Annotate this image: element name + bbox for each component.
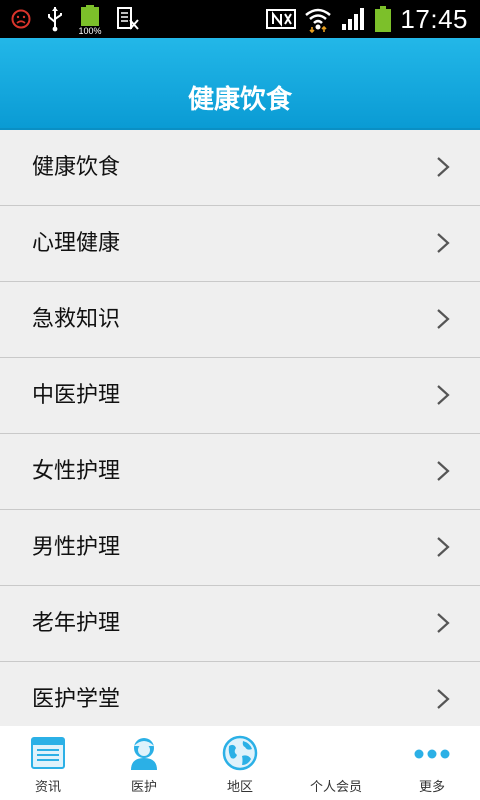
- list-item-label: 医护学堂: [32, 687, 121, 712]
- nurse-icon: [131, 738, 157, 770]
- list-item-female-care[interactable]: 女性护理: [0, 434, 480, 510]
- list-item-label: 男性护理: [32, 535, 121, 560]
- list-item-label: 心理健康: [32, 231, 121, 256]
- nfc-icon: [266, 9, 297, 29]
- status-bar-right: 17:45: [266, 3, 468, 35]
- list-item-label: 急救知识: [32, 307, 121, 332]
- member-icon: [328, 740, 344, 756]
- tab-label: 个人会员: [309, 780, 362, 795]
- chevron-right-icon: [437, 385, 450, 405]
- tab-nursing[interactable]: 医护: [96, 726, 192, 800]
- list-item-male-care[interactable]: 男性护理: [0, 510, 480, 586]
- news-icon: [31, 737, 65, 769]
- list-item-healthy-diet[interactable]: 健康饮食: [0, 130, 480, 206]
- tab-label: 医护: [130, 780, 157, 795]
- globe-icon: [222, 735, 258, 771]
- chevron-right-icon: [437, 157, 450, 177]
- keyboard-icon: [117, 7, 139, 30]
- list-item-medical-school[interactable]: 医护学堂: [0, 662, 480, 726]
- tab-label: 资讯: [34, 780, 61, 795]
- status-bar-left: 100%: [10, 4, 140, 36]
- chevron-right-icon: [437, 233, 450, 253]
- bottom-tab-bar: 资讯 医护 地区 个人会员 更多: [0, 726, 480, 800]
- chevron-right-icon: [437, 613, 450, 633]
- tab-label: 更多: [418, 780, 445, 795]
- tab-member[interactable]: 个人会员: [288, 726, 384, 800]
- more-icon: [414, 749, 450, 759]
- title-bar: 健康饮食: [0, 38, 480, 130]
- wifi-icon: [305, 8, 332, 33]
- list-item-elderly-care[interactable]: 老年护理: [0, 586, 480, 662]
- list-item-label: 女性护理: [32, 459, 121, 484]
- tab-news[interactable]: 资讯: [0, 726, 96, 800]
- list-item-first-aid[interactable]: 急救知识: [0, 282, 480, 358]
- page-title: 健康饮食: [187, 85, 292, 115]
- chevron-right-icon: [437, 309, 450, 329]
- tab-more[interactable]: 更多: [384, 726, 480, 800]
- list-item-label: 老年护理: [32, 611, 121, 636]
- list-item-mental-health[interactable]: 心理健康: [0, 206, 480, 282]
- status-bar: 100% 17:45: [0, 0, 480, 38]
- battery-percent-label: 100%: [78, 26, 102, 36]
- battery-icon: [375, 6, 392, 32]
- tab-label: 地区: [226, 780, 253, 795]
- category-list: 健康饮食 心理健康 急救知识 中医护理 女性护理 男性护理 老年护理 医护学堂: [0, 130, 480, 726]
- chevron-right-icon: [437, 461, 450, 481]
- notification-error-icon: [11, 9, 31, 29]
- battery-full-icon: 100%: [78, 4, 102, 36]
- list-item-label: 健康饮食: [32, 155, 121, 180]
- usb-icon: [48, 7, 62, 32]
- tab-region[interactable]: 地区: [192, 726, 288, 800]
- list-item-tcm-care[interactable]: 中医护理: [0, 358, 480, 434]
- signal-icon: [342, 8, 365, 30]
- chevron-right-icon: [437, 537, 450, 557]
- chevron-right-icon: [437, 689, 450, 709]
- list-item-label: 中医护理: [32, 383, 121, 408]
- status-clock: 17:45: [400, 3, 468, 34]
